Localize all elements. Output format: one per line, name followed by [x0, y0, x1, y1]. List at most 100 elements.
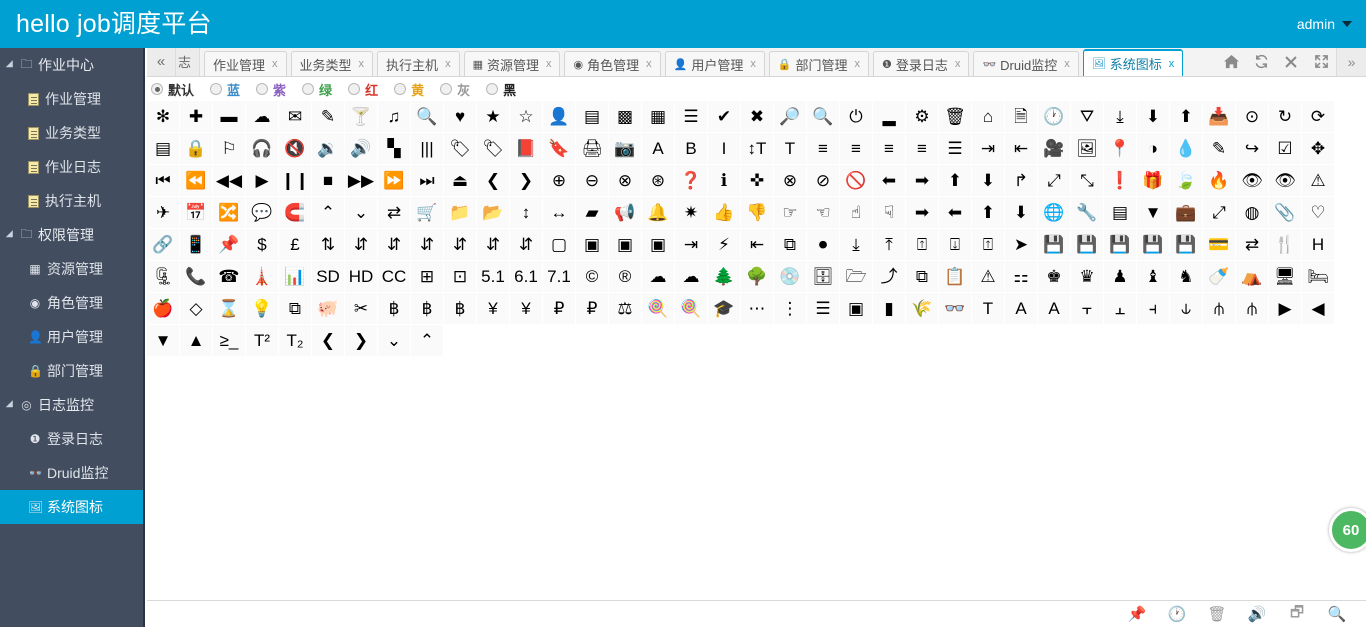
triangle-left-icon[interactable]: ◀: [1302, 293, 1335, 325]
console-icon[interactable]: ≥_: [213, 325, 246, 357]
film-icon[interactable]: ▤: [576, 101, 609, 133]
ok-icon[interactable]: ✔: [708, 101, 741, 133]
tab-close-icon[interactable]: x: [646, 58, 652, 70]
rub-icon[interactable]: ₽: [576, 293, 609, 325]
edit-icon[interactable]: ✎: [1203, 133, 1236, 165]
menu-hamburger-icon[interactable]: ☰: [807, 293, 840, 325]
triangle-top-icon[interactable]: ▲: [180, 325, 213, 357]
tab-部门管理[interactable]: 🔒 部门管理 x: [768, 51, 870, 76]
pushpin-icon[interactable]: 📌: [213, 229, 246, 261]
sound-7-1-icon[interactable]: 7.1: [543, 261, 576, 293]
ice-lolly-tasted-icon[interactable]: 🍭: [675, 293, 708, 325]
skin-option-绿[interactable]: 绿: [302, 80, 332, 99]
menu-right-icon[interactable]: ❯: [345, 325, 378, 357]
eye-close-icon[interactable]: 👁: [1269, 165, 1302, 197]
sidebar-item-业务类型[interactable]: 业务类型: [0, 116, 143, 150]
object-align-horizontal-icon[interactable]: ⫞: [1137, 293, 1170, 325]
tab-close-icon[interactable]: x: [445, 58, 451, 70]
volume-off-icon[interactable]: 🔇: [279, 133, 312, 165]
heart-empty-icon[interactable]: ♡: [1302, 197, 1335, 229]
ok-sign-icon[interactable]: ⊛: [642, 165, 675, 197]
tab-close-icon[interactable]: x: [750, 58, 756, 70]
sidebar[interactable]: 🗀 作业中心 作业管理 业务类型 作业日志 执行主机 🗀 权限管理 ▦ 资源管理 ◉ 角色管理 👤 用户管…: [0, 48, 145, 627]
object-align-bottom-icon[interactable]: ⫠: [1104, 293, 1137, 325]
sidebar-item-作业管理[interactable]: 作业管理: [0, 82, 143, 116]
expand-icon[interactable]: ▣: [576, 229, 609, 261]
sidebar-item-资源管理[interactable]: ▦ 资源管理: [0, 252, 143, 286]
sort-by-alphabet-icon[interactable]: ⇵: [345, 229, 378, 261]
hand-down-icon[interactable]: ☟: [873, 197, 906, 229]
resize-full-icon[interactable]: ⤢: [1038, 165, 1071, 197]
certificate-icon[interactable]: ✷: [675, 197, 708, 229]
user-icon[interactable]: 👤: [543, 101, 576, 133]
copyright-mark-icon[interactable]: ©: [576, 261, 609, 293]
magnet-icon[interactable]: 🧲: [279, 197, 312, 229]
cutlery-icon[interactable]: 🍴: [1269, 229, 1302, 261]
asterisk-icon[interactable]: ✻: [147, 101, 180, 133]
cog-icon[interactable]: ⚙: [906, 101, 939, 133]
chevron-down-icon[interactable]: ⌄: [345, 197, 378, 229]
remove-sign-icon[interactable]: ⊗: [609, 165, 642, 197]
hand-left-icon[interactable]: ☜: [807, 197, 840, 229]
music-icon[interactable]: ♫: [378, 101, 411, 133]
star-icon[interactable]: ★: [477, 101, 510, 133]
skin-option-紫[interactable]: 紫: [256, 80, 286, 99]
sort-by-alphabet-alt-icon[interactable]: ⇵: [378, 229, 411, 261]
header-icon[interactable]: H: [1302, 229, 1335, 261]
alert-icon[interactable]: ⚠: [972, 261, 1005, 293]
check-icon[interactable]: ☑: [1269, 133, 1302, 165]
floppy-open-icon[interactable]: 💾: [1170, 229, 1203, 261]
tab-close-icon[interactable]: x: [1169, 58, 1175, 70]
flag-icon[interactable]: ⚐: [213, 133, 246, 165]
radio-button[interactable]: [210, 83, 223, 95]
superscript-icon[interactable]: T²: [246, 325, 279, 357]
eject-icon[interactable]: ⏏: [444, 165, 477, 197]
close-icon[interactable]: [1276, 48, 1306, 76]
tent-icon[interactable]: ⛺: [1236, 261, 1269, 293]
export-icon[interactable]: ⍐: [972, 229, 1005, 261]
tree-deciduous-icon[interactable]: 🌳: [741, 261, 774, 293]
tab-close-icon[interactable]: x: [855, 58, 861, 70]
sidebar-item-角色管理[interactable]: ◉ 角色管理: [0, 286, 143, 320]
headphones-icon[interactable]: 🎧: [246, 133, 279, 165]
modal-window-icon[interactable]: ▣: [840, 293, 873, 325]
radio-button[interactable]: [440, 83, 453, 95]
folder-open-icon[interactable]: 📂: [477, 197, 510, 229]
play-circle-icon[interactable]: ⊙: [1236, 101, 1269, 133]
duplicate-icon[interactable]: ⧉: [279, 293, 312, 325]
cloud-upload-icon[interactable]: ☁: [675, 261, 708, 293]
upload-icon[interactable]: ⬆: [1170, 101, 1203, 133]
inbox-icon[interactable]: 📥: [1203, 101, 1236, 133]
save-file-icon[interactable]: 🗄: [807, 261, 840, 293]
home-icon[interactable]: [1216, 48, 1246, 76]
trash-icon[interactable]: 🗑: [939, 101, 972, 133]
open-icon[interactable]: ⤒: [873, 229, 906, 261]
minus-sign-icon[interactable]: ⊖: [576, 165, 609, 197]
hd-video-icon[interactable]: HD: [345, 261, 378, 293]
picture-icon[interactable]: 🖼: [1071, 133, 1104, 165]
text-width-icon[interactable]: T: [774, 133, 807, 165]
cloud-icon[interactable]: ☁: [246, 101, 279, 133]
retweet-icon[interactable]: ⇄: [378, 197, 411, 229]
adjust-icon[interactable]: ◑: [1137, 133, 1170, 165]
tab-角色管理[interactable]: ◉ 角色管理 x: [564, 51, 661, 76]
sidebar-group-2[interactable]: ◎ 日志监控: [0, 388, 143, 422]
transfer-icon[interactable]: ⇄: [1236, 229, 1269, 261]
text-size-icon[interactable]: T: [972, 293, 1005, 325]
registration-mark-icon[interactable]: ®: [609, 261, 642, 293]
search-icon[interactable]: 🔍: [411, 101, 444, 133]
tab-登录日志[interactable]: ❶ 登录日志 x: [873, 51, 970, 76]
floppy-disk-icon[interactable]: 💾: [1038, 229, 1071, 261]
calendar-icon[interactable]: 📅: [180, 197, 213, 229]
bookmark-icon[interactable]: 🔖: [543, 133, 576, 165]
pencil-icon[interactable]: ✎: [312, 101, 345, 133]
th-list-icon[interactable]: ☰: [675, 101, 708, 133]
star-empty-icon[interactable]: ☆: [510, 101, 543, 133]
text-color-icon[interactable]: A: [1005, 293, 1038, 325]
bed-icon[interactable]: 🛏: [1302, 261, 1335, 293]
bold-icon[interactable]: B: [675, 133, 708, 165]
play-icon[interactable]: ▶: [246, 165, 279, 197]
record-icon[interactable]: ⏺: [807, 229, 840, 261]
ok-circle-icon[interactable]: ⊘: [807, 165, 840, 197]
cloud-download-icon[interactable]: ☁: [642, 261, 675, 293]
